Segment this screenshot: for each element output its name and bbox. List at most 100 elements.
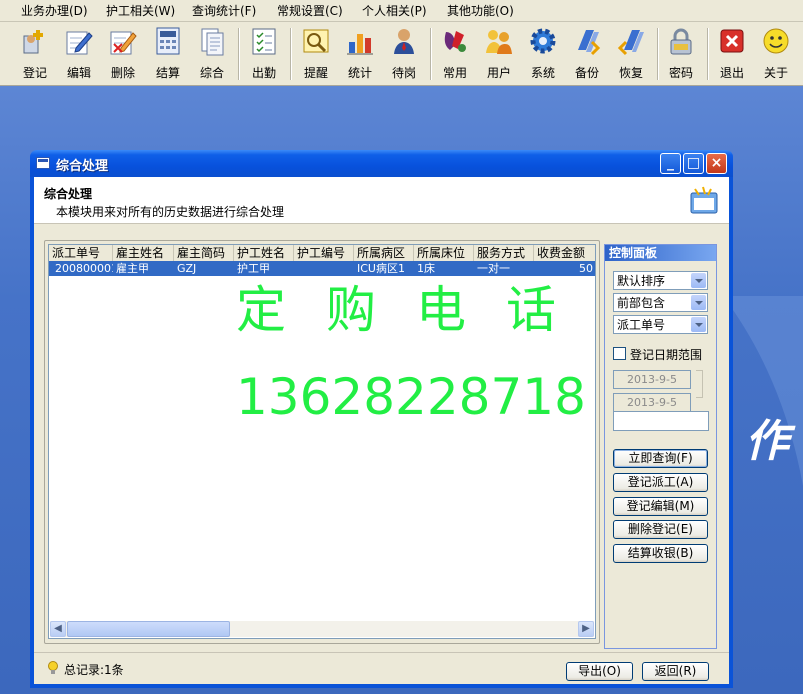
toolbar-standby-button[interactable]: 待岗 — [384, 26, 424, 84]
scrollbar-thumb[interactable] — [67, 621, 230, 637]
back-button[interactable]: 返回(R) — [642, 662, 709, 681]
toolbar-common-label: 常用 — [442, 66, 467, 80]
window-status-bar: 总记录:1条 导出(O) 返回(R) — [34, 652, 729, 685]
search-field-select[interactable]: 派工单号 — [613, 315, 708, 334]
toolbar-about-button[interactable]: 关于 — [756, 26, 796, 84]
window-title: 综合处理 — [56, 159, 109, 174]
toolbar-edit-button[interactable]: 编辑 — [59, 26, 99, 84]
column-header[interactable]: 护工编号 — [294, 245, 354, 261]
sort-order-value: 默认排序 — [617, 274, 666, 288]
lightbulb-icon — [48, 661, 58, 674]
toolbar-about-label: 关于 — [763, 66, 788, 80]
column-header[interactable]: 护工姓名 — [234, 245, 294, 261]
toolbar-system-button[interactable]: 系统 — [523, 26, 563, 84]
menu-personal[interactable]: 个人相关(P) — [362, 3, 427, 19]
edit-registration-button[interactable]: 登记编辑(M) — [613, 497, 708, 516]
toolbar-register-label: 登记 — [22, 66, 47, 80]
toolbar-exit-label: 退出 — [719, 66, 744, 80]
query-now-button[interactable]: 立即查询(F) — [613, 449, 708, 468]
toolbar-delete-label: 删除 — [110, 66, 135, 80]
toolbar-settle-label: 结算 — [155, 66, 180, 80]
date-from-field[interactable]: 2013-9-5 — [613, 370, 691, 389]
delete-registration-button[interactable]: 删除登记(E) — [613, 520, 708, 539]
toolbar-overview-label: 综合 — [199, 66, 224, 80]
toolbar-separator — [657, 28, 659, 80]
chevron-down-icon[interactable] — [691, 295, 706, 310]
toolbar-password-button[interactable]: 密码 — [661, 26, 701, 84]
column-header[interactable]: 收费金额 — [534, 245, 595, 261]
close-icon: × — [710, 155, 723, 171]
toolbar-separator — [290, 28, 292, 80]
minimize-button[interactable]: _ — [660, 153, 681, 174]
table-cell: 200800001 — [55, 262, 113, 275]
toolbar-standby-label: 待岗 — [391, 66, 416, 80]
menu-caregiver[interactable]: 护工相关(W) — [106, 3, 175, 19]
horizontal-scrollbar[interactable]: ◀ ▶ — [50, 621, 594, 637]
toolbar-register-button[interactable]: 登记 — [15, 26, 55, 84]
reminder-icon — [301, 26, 331, 56]
toolbar-attendance-button[interactable]: 出勤 — [244, 26, 284, 84]
match-mode-select[interactable]: 前部包含 — [613, 293, 708, 312]
sort-order-select[interactable]: 默认排序 — [613, 271, 708, 290]
menu-query-stats[interactable]: 查询统计(F) — [192, 3, 256, 19]
toolbar-common-button[interactable]: 常用 — [435, 26, 475, 84]
maximize-button[interactable]: □ — [683, 153, 704, 174]
control-panel-title: 控制面板 — [605, 245, 716, 261]
settle-checkout-button[interactable]: 结算收银(B) — [613, 544, 708, 563]
watermark-order-phone-label: 定购电话 — [236, 281, 596, 339]
password-lock-icon — [666, 26, 696, 56]
menu-business[interactable]: 业务办理(D) — [21, 3, 88, 19]
desktop-text: 作 — [745, 416, 796, 467]
toolbar-users-label: 用户 — [486, 66, 511, 80]
toolbar-separator — [238, 28, 240, 80]
date-to-field[interactable]: 2013-9-5 — [613, 393, 691, 412]
toolbar-settle-button[interactable]: 结算 — [148, 26, 188, 84]
scroll-right-arrow-icon[interactable]: ▶ — [578, 621, 594, 637]
menu-settings[interactable]: 常规设置(C) — [277, 3, 343, 19]
register-dispatch-button[interactable]: 登记派工(A) — [613, 473, 708, 492]
column-header[interactable]: 雇主姓名 — [113, 245, 174, 261]
toolbar-users-button[interactable]: 用户 — [479, 26, 519, 84]
toolbar-delete-button[interactable]: 删除 — [103, 26, 143, 84]
table-cell: 雇主甲 — [116, 262, 149, 275]
toolbar-statistics-button[interactable]: 统计 — [340, 26, 380, 84]
date-range-label: 登记日期范围 — [630, 348, 703, 362]
column-header[interactable]: 派工单号 — [49, 245, 113, 261]
close-button[interactable]: × — [706, 153, 727, 174]
toolbar-backup-label: 备份 — [574, 66, 599, 80]
control-panel: 控制面板 默认排序 前部包含 派工单号 登记日期范围 2013-9-5 2013… — [604, 244, 717, 649]
keyword-input[interactable] — [613, 411, 709, 431]
attendance-icon — [249, 26, 279, 56]
common-icon — [440, 26, 470, 56]
export-button[interactable]: 导出(O) — [566, 662, 633, 681]
toolbar-backup-button[interactable]: 备份 — [567, 26, 607, 84]
chevron-down-icon[interactable] — [691, 273, 706, 288]
chevron-down-icon[interactable] — [691, 317, 706, 332]
edit-icon — [64, 26, 94, 56]
restore-icon — [616, 26, 646, 56]
about-smiley-icon — [761, 26, 791, 56]
overview-icon — [197, 26, 227, 56]
toolbar-reminder-button[interactable]: 提醒 — [296, 26, 336, 84]
users-icon — [484, 26, 514, 56]
window-app-icon — [36, 157, 50, 169]
menu-other[interactable]: 其他功能(O) — [447, 3, 514, 19]
desktop-decoration: 作 — [723, 296, 803, 486]
toolbar-restore-button[interactable]: 恢复 — [611, 26, 651, 84]
module-calendar-icon — [690, 186, 718, 214]
delete-icon — [108, 26, 138, 56]
date-range-checkbox[interactable] — [613, 347, 626, 360]
window-title-bar[interactable]: 综合处理 _ □ × — [30, 150, 733, 177]
application: 业务办理(D) 护工相关(W) 查询统计(F) 常规设置(C) 个人相关(P) … — [0, 0, 803, 694]
module-title: 综合处理 — [44, 187, 93, 201]
column-header[interactable]: 雇主简码 — [174, 245, 234, 261]
settle-icon — [153, 26, 183, 56]
toolbar-overview-button[interactable]: 综合 — [192, 26, 232, 84]
scroll-left-arrow-icon[interactable]: ◀ — [50, 621, 66, 637]
column-header[interactable]: 服务方式 — [474, 245, 534, 261]
column-header[interactable]: 所属病区 — [354, 245, 414, 261]
menu-bar: 业务办理(D) 护工相关(W) 查询统计(F) 常规设置(C) 个人相关(P) … — [0, 0, 803, 22]
date-spinner[interactable] — [696, 370, 703, 398]
toolbar-exit-button[interactable]: 退出 — [712, 26, 752, 84]
column-header[interactable]: 所属床位 — [414, 245, 474, 261]
